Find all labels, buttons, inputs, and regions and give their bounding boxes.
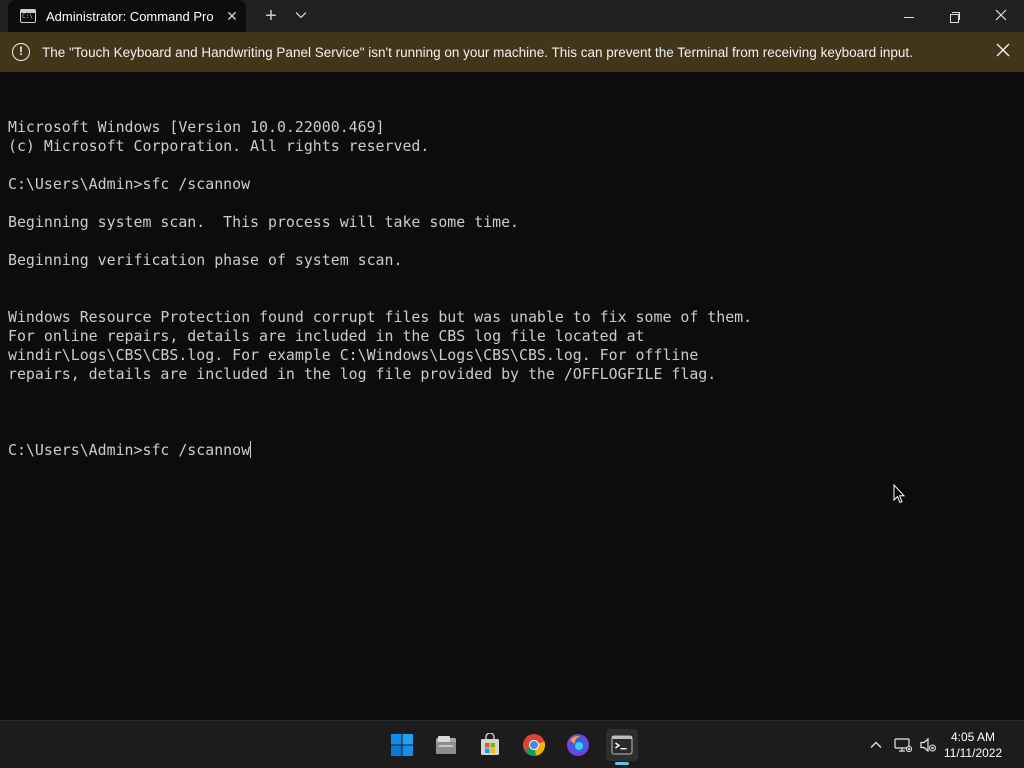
minimize-button[interactable]	[886, 0, 932, 32]
tab-close-icon[interactable]: ✕	[224, 8, 240, 24]
tab-dropdown-chevron-icon[interactable]	[286, 0, 316, 32]
terminal-line: C:\Users\Admin>sfc /scannow	[8, 175, 251, 193]
taskbar: 4:05 AM 11/11/2022	[0, 720, 1024, 768]
text-cursor	[250, 441, 252, 458]
restore-button[interactable]	[932, 0, 978, 32]
terminal-line: Beginning system scan. This process will…	[8, 213, 520, 231]
terminal-line: Windows Resource Protection found corrup…	[8, 308, 753, 326]
show-hidden-icons-chevron-icon[interactable]	[864, 733, 888, 757]
infobar-close-icon[interactable]	[994, 43, 1012, 61]
tab-title: Administrator: Command Prompt	[46, 8, 214, 24]
terminal-line: windir\Logs\CBS\CBS.log. For example C:\…	[8, 346, 699, 364]
chrome-icon[interactable]	[518, 729, 550, 761]
start-icon[interactable]	[386, 729, 418, 761]
microsoft-store-icon[interactable]	[474, 729, 506, 761]
file-explorer-icon[interactable]	[430, 729, 462, 761]
clock-time: 4:05 AM	[950, 730, 996, 744]
terminal-line: For online repairs, details are included…	[8, 327, 645, 345]
network-icon[interactable]	[891, 733, 915, 757]
terminal-prompt-line[interactable]: C:\Users\Admin>sfc /scannow	[8, 441, 1018, 460]
terminal-icon[interactable]	[606, 729, 638, 765]
close-window-button[interactable]	[978, 0, 1024, 32]
system-clock[interactable]: 4:05 AM 11/11/2022	[938, 729, 1008, 761]
prompt-text: C:\Users\Admin>	[8, 441, 143, 459]
terminal-output[interactable]: Microsoft Windows [Version 10.0.22000.46…	[8, 80, 1018, 716]
terminal-line: Beginning verification phase of system s…	[8, 251, 403, 269]
tab-command-prompt[interactable]: C:\ Administrator: Command Prompt ✕	[8, 0, 246, 32]
title-bar: C:\ Administrator: Command Prompt ✕ +	[0, 0, 1024, 32]
mouse-pointer-icon	[893, 483, 906, 509]
terminal-line: repairs, details are included in the log…	[8, 365, 717, 383]
command-prompt-icon: C:\	[20, 9, 36, 23]
command-input[interactable]: sfc /scannow	[142, 441, 250, 459]
new-tab-button[interactable]: +	[256, 0, 286, 32]
terminal-line: (c) Microsoft Corporation. All rights re…	[8, 137, 430, 155]
warning-infobar: ! The "Touch Keyboard and Handwriting Pa…	[0, 32, 1024, 72]
volume-muted-icon[interactable]	[916, 733, 940, 757]
firefox-icon[interactable]	[562, 729, 594, 761]
clock-date: 11/11/2022	[943, 746, 1003, 760]
terminal-line: Microsoft Windows [Version 10.0.22000.46…	[8, 118, 385, 136]
warning-info-icon: !	[12, 43, 30, 61]
infobar-message: The "Touch Keyboard and Handwriting Pane…	[42, 44, 913, 60]
active-app-indicator	[615, 762, 629, 765]
